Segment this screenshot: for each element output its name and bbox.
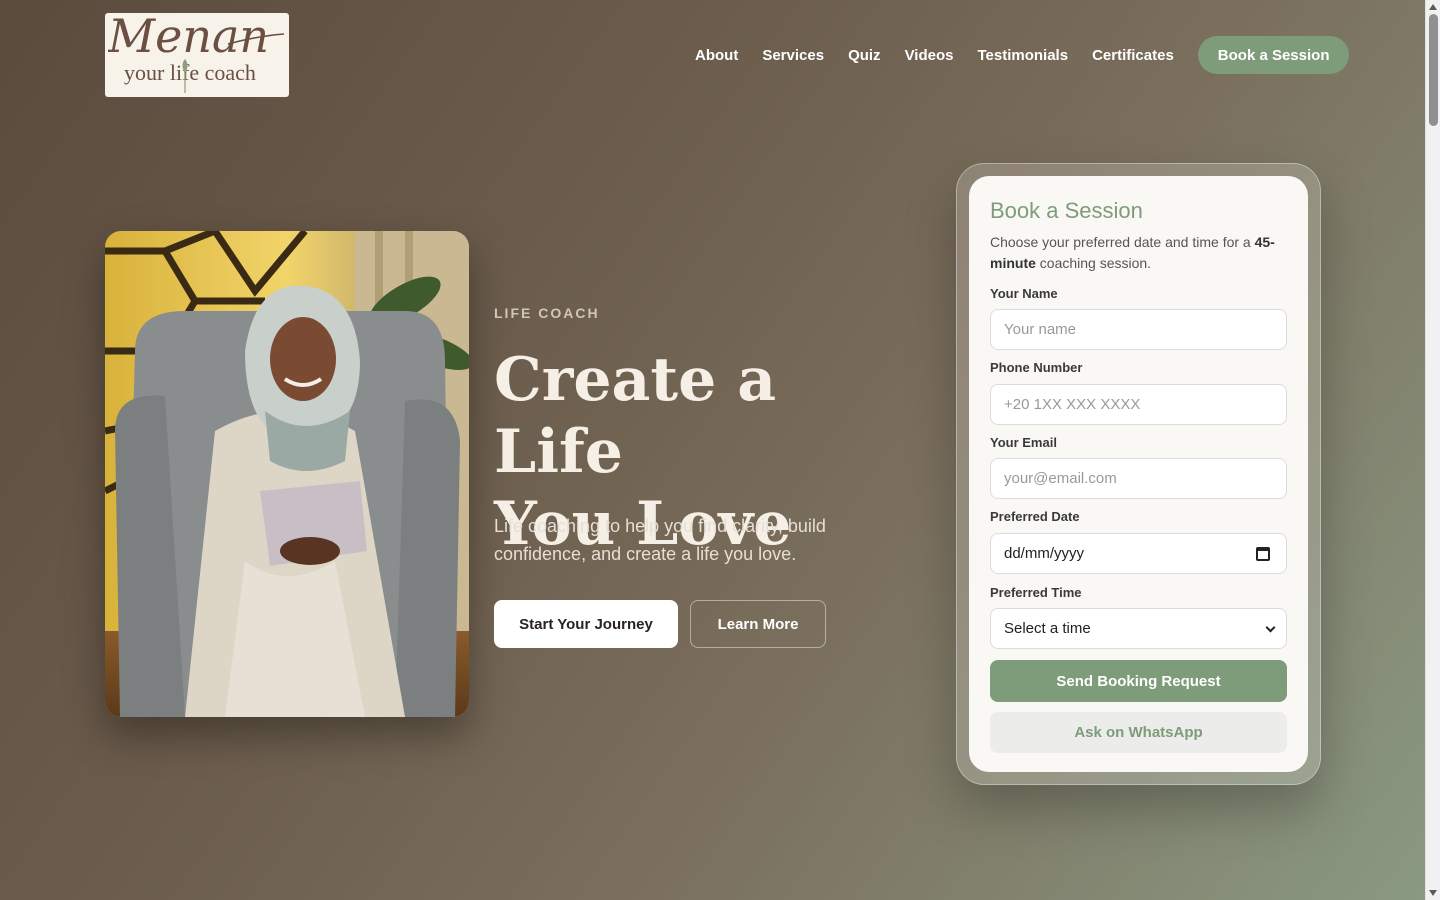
booking-title: Book a Session [990, 198, 1143, 223]
start-journey-button[interactable]: Start Your Journey [494, 600, 678, 648]
scroll-down-arrow-icon[interactable] [1429, 890, 1437, 896]
date-value: dd/mm/yyyy [1004, 545, 1085, 562]
phone-input[interactable]: +20 1XX XXX XXXX [990, 384, 1287, 425]
phone-placeholder: +20 1XX XXX XXXX [1004, 396, 1141, 413]
nav-services[interactable]: Services [762, 47, 824, 64]
name-input[interactable]: Your name [990, 309, 1287, 350]
nav-videos[interactable]: Videos [905, 47, 954, 64]
booking-desc-after: coaching session. [1035, 255, 1152, 271]
date-input[interactable]: dd/mm/yyyy [990, 533, 1287, 574]
date-label: Preferred Date [990, 509, 1080, 524]
email-input[interactable]: your@email.com [990, 458, 1287, 499]
whatsapp-button[interactable]: Ask on WhatsApp [990, 712, 1287, 753]
booking-desc-before: Choose your preferred date and time for … [990, 234, 1255, 250]
send-booking-button[interactable]: Send Booking Request [990, 660, 1287, 702]
hero-lead: Life coaching to help you find clarity, … [494, 516, 826, 564]
nav-testimonials[interactable]: Testimonials [977, 47, 1068, 64]
page-scrollbar[interactable] [1425, 0, 1440, 900]
nav-book-session-button[interactable]: Book a Session [1197, 36, 1350, 74]
logo-script-text: Menan [108, 9, 269, 60]
scroll-up-arrow-icon[interactable] [1429, 4, 1437, 10]
time-label: Preferred Time [990, 585, 1082, 600]
time-value: Select a time [1004, 620, 1091, 637]
email-label: Your Email [990, 435, 1057, 450]
email-placeholder: your@email.com [1004, 470, 1117, 487]
chevron-down-icon [1265, 622, 1276, 633]
nav-quiz[interactable]: Quiz [848, 47, 881, 64]
phone-label: Phone Number [990, 360, 1083, 375]
learn-more-button[interactable]: Learn More [690, 600, 826, 648]
time-select[interactable]: Select a time [990, 608, 1287, 649]
nav-about[interactable]: About [695, 47, 738, 64]
hero-eyebrow: LIFE COACH [494, 305, 600, 321]
scroll-thumb[interactable] [1429, 14, 1438, 126]
calendar-icon[interactable] [1256, 547, 1270, 561]
hero-title-line1: Create a Life [494, 345, 777, 487]
coach-portrait-image [105, 231, 469, 717]
booking-description: Choose your preferred date and time for … [990, 232, 1290, 274]
logo-script-mark: Menan [108, 9, 285, 60]
coach-portrait-photo [105, 231, 469, 717]
name-placeholder: Your name [1004, 321, 1076, 338]
name-label: Your Name [990, 286, 1058, 301]
nav-certificates[interactable]: Certificates [1092, 47, 1174, 64]
leaf-icon [182, 59, 188, 93]
page: Menan your life coach About Services Qui… [0, 0, 1425, 900]
main-nav: About Services Quiz Videos Testimonials … [683, 36, 1350, 74]
